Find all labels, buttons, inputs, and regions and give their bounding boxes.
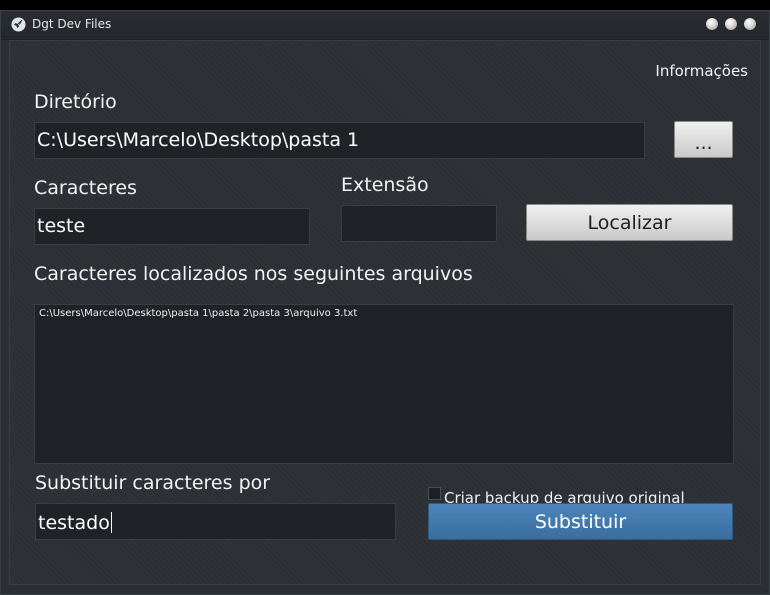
extension-label: Extensão [341,174,429,196]
app-window: Dgt Dev Files Informações Diretório C:\U… [0,10,770,595]
browse-button-label: ... [694,132,713,154]
replace-value: testado [38,512,112,533]
replace-button[interactable]: Substituir [428,503,733,540]
minimize-button[interactable] [706,18,718,30]
locate-button-label: Localizar [587,212,672,234]
browse-button[interactable]: ... [674,121,733,158]
directory-label: Diretório [34,91,117,113]
list-item[interactable]: C:\Users\Marcelo\Desktop\pasta 1\pasta 2… [39,308,357,319]
window-title: Dgt Dev Files [32,17,112,31]
rocket-icon [11,17,26,32]
info-menu-link[interactable]: Informações [655,62,748,80]
replace-label: Substituir caracteres por [35,472,271,494]
title-bar[interactable]: Dgt Dev Files [1,11,769,40]
results-label: Caracteres localizados nos seguintes arq… [34,263,473,285]
replace-text: testado [38,512,110,534]
characters-input[interactable]: teste [34,208,310,245]
locate-button[interactable]: Localizar [526,204,733,241]
characters-label: Caracteres [34,177,137,199]
results-list[interactable]: C:\Users\Marcelo\Desktop\pasta 1\pasta 2… [34,304,734,464]
text-caret [110,512,112,533]
extension-input[interactable] [341,205,497,242]
main-panel: Informações Diretório C:\Users\Marcelo\D… [9,40,761,585]
replace-input[interactable]: testado [35,503,396,540]
maximize-button[interactable] [725,18,737,30]
close-button[interactable] [744,18,756,30]
directory-value: C:\Users\Marcelo\Desktop\pasta 1 [37,129,360,151]
directory-input[interactable]: C:\Users\Marcelo\Desktop\pasta 1 [34,122,645,159]
replace-button-label: Substituir [534,511,627,533]
backup-checkbox[interactable] [428,487,441,500]
characters-value: teste [37,215,86,237]
